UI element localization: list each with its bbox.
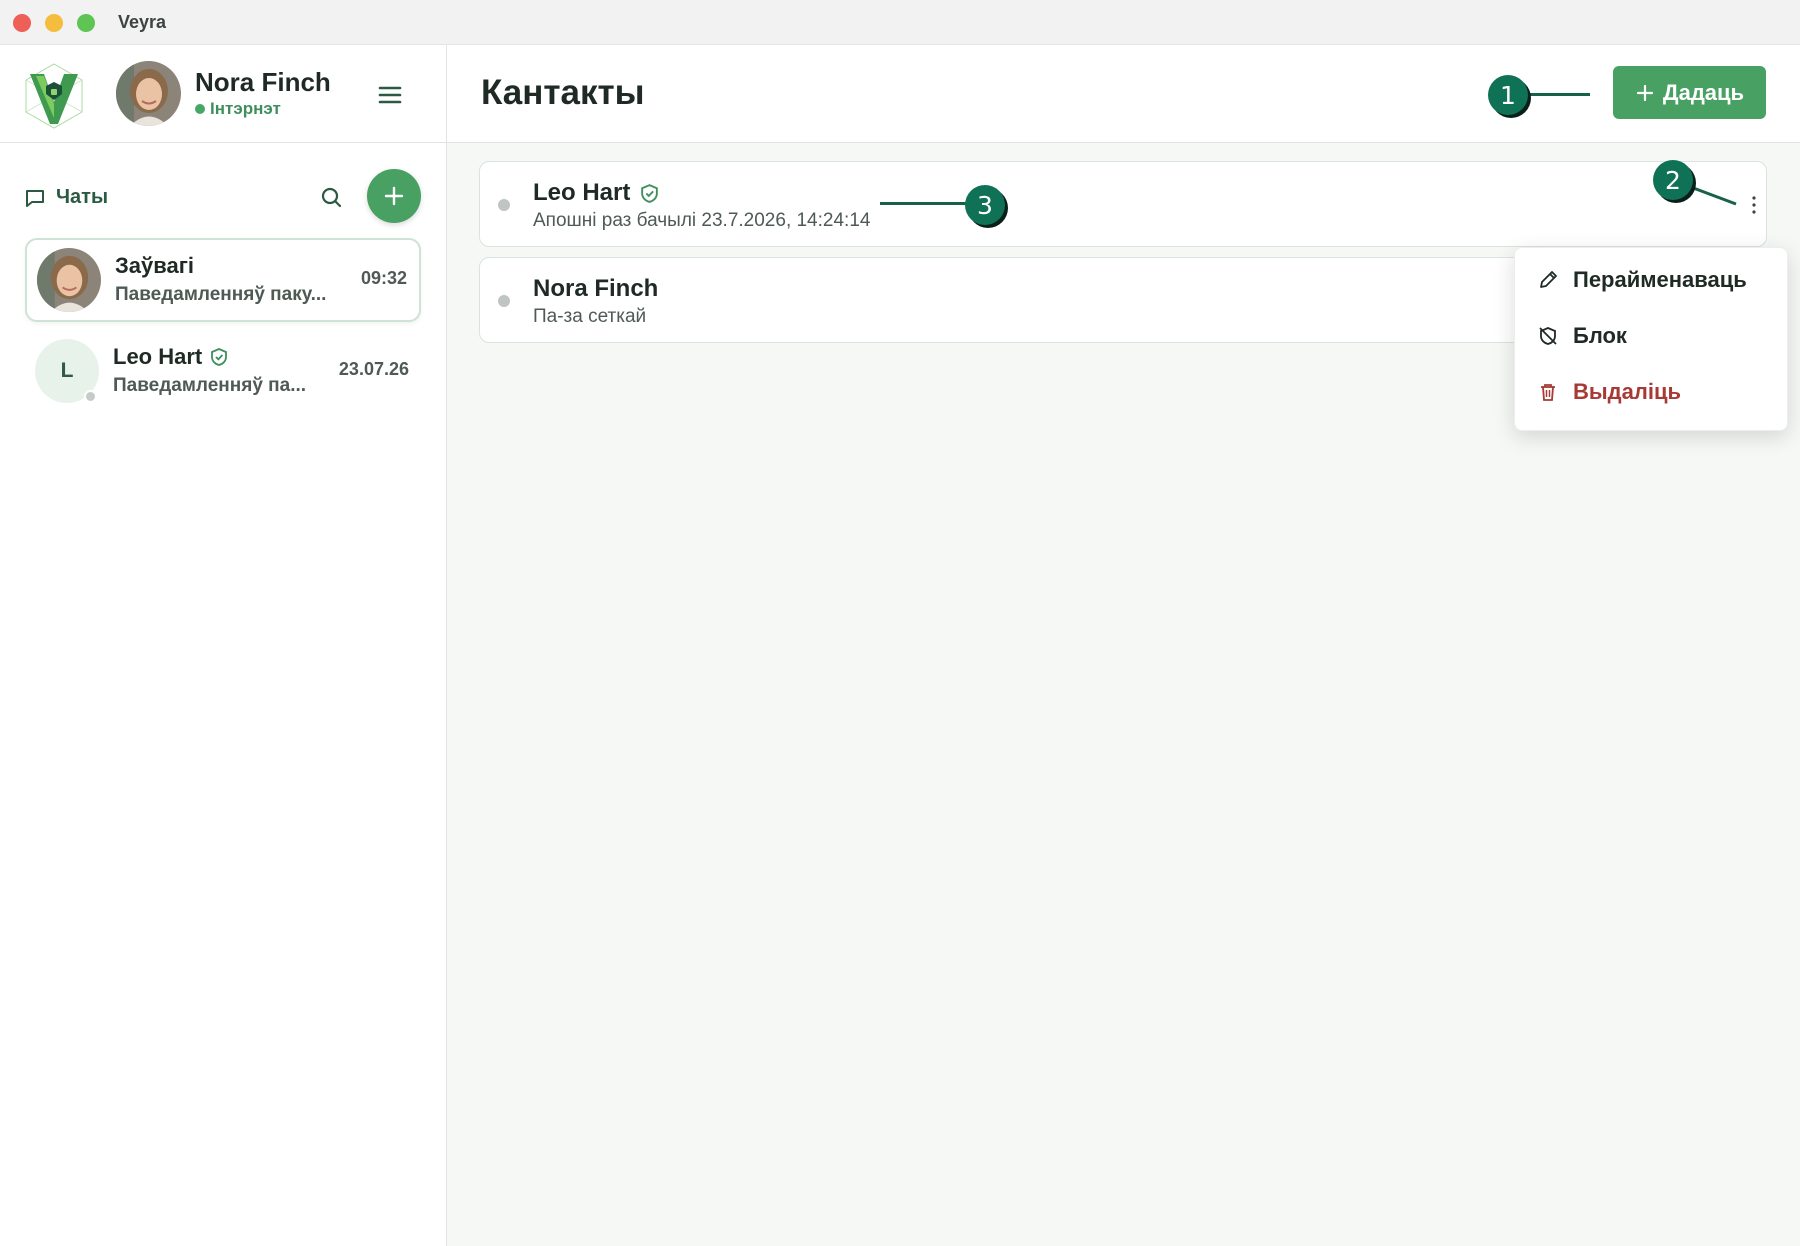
- maximize-window-button[interactable]: [77, 14, 95, 32]
- callout-3-line: [880, 202, 968, 205]
- page-title: Кантакты: [481, 73, 645, 112]
- contact-name: Nora Finch: [533, 275, 658, 303]
- chat-avatar: [37, 248, 101, 312]
- shield-off-icon: [1539, 327, 1557, 345]
- hamburger-menu-icon[interactable]: [372, 80, 408, 110]
- menu-item-rename[interactable]: Перайменаваць: [1515, 256, 1789, 304]
- callout-2-marker: 2: [1653, 160, 1693, 200]
- contact-status: Па-за сеткай: [533, 306, 647, 327]
- more-options-icon[interactable]: [1748, 192, 1760, 218]
- callout-1-marker: 1: [1488, 75, 1528, 115]
- contact-name-text: Nora Finch: [533, 275, 659, 302]
- verified-shield-icon: [641, 183, 659, 203]
- chat-title: Заўвагі: [115, 253, 194, 279]
- callout-3-marker: 3: [965, 185, 1005, 225]
- main-header: Кантакты Дадаць: [447, 45, 1800, 143]
- contact-name-text: Leo Hart: [533, 179, 631, 206]
- user-status: Інтэрнэт: [195, 99, 281, 119]
- menu-item-delete[interactable]: Выдаліць: [1515, 368, 1789, 416]
- menu-item-label: Выдаліць: [1573, 379, 1682, 404]
- user-name: Nora Finch: [195, 67, 331, 97]
- chat-time: 09:32: [360, 268, 407, 288]
- user-avatar[interactable]: [116, 61, 181, 126]
- chats-tab[interactable]: Чаты: [24, 186, 108, 209]
- chat-item-notes[interactable]: Заўвагі Паведамленняў паку... 09:32: [25, 238, 421, 322]
- window-titlebar: Veyra: [0, 0, 1800, 45]
- contact-card-leo-hart[interactable]: Leo Hart Апошні раз бачылі 23.7.2026, 14…: [479, 161, 1767, 247]
- sidebar-header: Nora Finch Інтэрнэт: [0, 45, 446, 143]
- main-panel: Кантакты Дадаць Leo Hart Апошні раз бачы…: [447, 45, 1800, 1246]
- window-title: Veyra: [118, 12, 167, 32]
- contact-name: Leo Hart: [533, 179, 659, 207]
- verified-shield-icon: [211, 348, 228, 366]
- chat-preview: Паведамленняў паку...: [115, 284, 327, 305]
- plus-icon: [384, 186, 404, 206]
- user-status-label: Інтэрнэт: [210, 99, 281, 118]
- chat-time: 23.07.26: [338, 359, 409, 379]
- chat-preview: Паведамленняў па...: [113, 375, 307, 396]
- offline-dot-icon: [498, 295, 510, 307]
- callout-1-line: [1528, 93, 1590, 96]
- offline-dot-icon: [498, 199, 510, 211]
- minimize-window-button[interactable]: [45, 14, 63, 32]
- chat-title: Leo Hart: [113, 344, 228, 370]
- new-chat-button[interactable]: [367, 169, 421, 223]
- chats-label: Чаты: [56, 186, 109, 208]
- add-contact-label: Дадаць: [1662, 79, 1745, 105]
- avatar-photo-icon: [116, 61, 181, 126]
- close-window-button[interactable]: [13, 14, 31, 32]
- chat-item-leo-hart[interactable]: L Leo Hart Паведамленняў па... 23.07.26: [25, 331, 421, 415]
- plus-icon: [1636, 84, 1654, 101]
- menu-item-block[interactable]: Блок: [1515, 312, 1789, 360]
- offline-dot-icon: [84, 390, 97, 403]
- pencil-icon: [1540, 271, 1557, 288]
- trash-icon: [1541, 384, 1555, 401]
- contact-context-menu: Перайменаваць Блок Выдаліць: [1514, 247, 1788, 431]
- add-contact-button[interactable]: Дадаць: [1613, 66, 1766, 119]
- online-dot-icon: [195, 104, 205, 114]
- menu-item-label: Перайменаваць: [1573, 267, 1747, 292]
- sidebar: Nora Finch Інтэрнэт Чаты Заўвагі Паведам…: [0, 45, 447, 1246]
- menu-item-label: Блок: [1573, 323, 1627, 348]
- chat-bubble-icon: [26, 189, 44, 207]
- app-logo-icon: [25, 63, 83, 129]
- contact-last-seen: Апошні раз бачылі 23.7.2026, 14:24:14: [533, 210, 871, 231]
- search-icon[interactable]: [318, 184, 346, 212]
- avatar-photo-icon: [37, 248, 101, 312]
- chat-title-text: Leo Hart: [113, 344, 203, 369]
- chat-title-text: Заўвагі: [115, 253, 194, 278]
